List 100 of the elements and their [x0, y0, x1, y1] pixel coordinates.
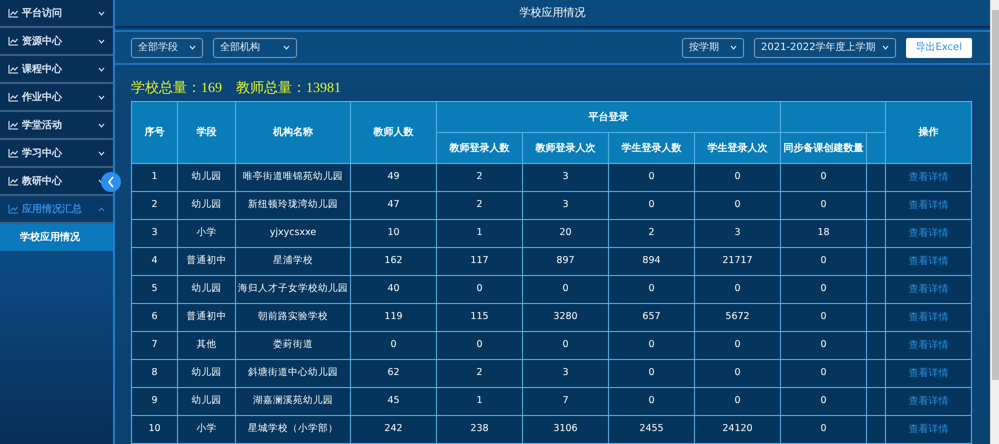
sidebar-item[interactable]: 学堂活动 [0, 112, 113, 140]
table-cell: 3280 [522, 304, 608, 332]
dropdown[interactable]: 2021-2022学年度上学期 [754, 38, 896, 58]
table-cell: 0 [780, 192, 866, 220]
column-header: 学段 [178, 102, 236, 164]
table-cell: 4 [132, 248, 178, 276]
summary-stat: 学校总量：169 [131, 80, 222, 98]
table-cell: 幼儿园 [178, 388, 236, 416]
table-cell: 117 [436, 248, 522, 276]
table-cell: 10 [350, 220, 436, 248]
sidebar-item[interactable]: 课程中心 [0, 56, 113, 84]
sidebar-item[interactable]: 平台访问 [0, 0, 113, 28]
table-cell: 1 [436, 220, 522, 248]
table-cell: 0 [436, 276, 522, 304]
table-cell: 幼儿园 [178, 192, 236, 220]
view-details-link[interactable]: 查看详情 [908, 228, 948, 239]
table-cell: 0 [780, 360, 866, 388]
view-details-link[interactable]: 查看详情 [908, 284, 948, 295]
view-details-link[interactable]: 查看详情 [908, 256, 948, 267]
table-cell: 新纽顿玲珑湾幼儿园 [236, 192, 350, 220]
table-cell: 幼儿园 [178, 276, 236, 304]
table-cell: 45 [350, 388, 436, 416]
table-cell: 7 [132, 332, 178, 360]
table-cell: 897 [522, 248, 608, 276]
table-cell: 2455 [608, 416, 694, 444]
table-cell: 0 [522, 332, 608, 360]
table-cell: 894 [608, 248, 694, 276]
table-cell: 0 [608, 332, 694, 360]
view-details-link[interactable]: 查看详情 [908, 368, 948, 379]
dropdown[interactable]: 按学期 [682, 38, 744, 58]
table-cell: 3 [522, 164, 608, 192]
table-cell: 0 [780, 332, 866, 360]
column-header: 学生登录人数 [608, 132, 694, 164]
table-cell: 1 [436, 388, 522, 416]
table-cell: 0 [694, 192, 780, 220]
column-header: 教师登录人次 [522, 132, 608, 164]
table-cell: 0 [780, 164, 866, 192]
sidebar-item[interactable]: 学习中心 [0, 140, 113, 168]
table-cell: yjxycsxxe [236, 220, 350, 248]
table-cell: 0 [780, 388, 866, 416]
table-cell: 18 [780, 220, 866, 248]
column-header: 序号 [132, 102, 178, 164]
sidebar-subitem[interactable]: 学校应用情况 [0, 224, 113, 251]
table-cell: 115 [436, 304, 522, 332]
view-details-link[interactable]: 查看详情 [908, 200, 948, 211]
table-cell: 5672 [694, 304, 780, 332]
dropdown[interactable]: 全部机构 [213, 38, 297, 58]
table-cell: 2 [436, 360, 522, 388]
table-cell: 24120 [694, 416, 780, 444]
table-cell: 3 [132, 220, 178, 248]
table-cell: 3 [522, 360, 608, 388]
table-cell: 6 [132, 304, 178, 332]
table-cell: 20 [522, 220, 608, 248]
table-cell: 0 [694, 332, 780, 360]
table-cell: 普通初中 [178, 304, 236, 332]
column-header: 操作 [886, 102, 972, 164]
dropdown[interactable]: 全部学段 [131, 38, 203, 58]
table-cell: 3106 [522, 416, 608, 444]
summary-stat: 教师总量：13981 [236, 80, 341, 98]
table-cell: 星城学校（小学部） [236, 416, 350, 444]
table-cell: 238 [436, 416, 522, 444]
table-cell: 40 [350, 276, 436, 304]
table-cell: 10 [132, 416, 178, 444]
export-button[interactable]: 导出Excel [906, 38, 972, 58]
sidebar-item[interactable]: 资源中心 [0, 28, 113, 56]
table-cell: 2 [608, 220, 694, 248]
view-details-link[interactable]: 查看详情 [908, 424, 948, 435]
table-cell: 湖嘉澜溪苑幼儿园 [236, 388, 350, 416]
table-cell: 唯亭街道唯锦苑幼儿园 [236, 164, 350, 192]
table-cell: 朝前路实验学校 [236, 304, 350, 332]
table-cell: 0 [436, 332, 522, 360]
column-header: 教师人数 [350, 102, 436, 164]
view-details-link[interactable]: 查看详情 [908, 340, 948, 351]
view-details-link[interactable]: 查看详情 [908, 312, 948, 323]
table-cell: 0 [780, 248, 866, 276]
table-cell: 3 [694, 220, 780, 248]
table-cell: 0 [780, 416, 866, 444]
table-cell: 0 [780, 276, 866, 304]
view-details-link[interactable]: 查看详情 [908, 172, 948, 183]
table-cell: 119 [350, 304, 436, 332]
table-cell: 0 [608, 192, 694, 220]
table-cell: 幼儿园 [178, 164, 236, 192]
table-cell: 其他 [178, 332, 236, 360]
sidebar-item[interactable]: 作业中心 [0, 84, 113, 112]
view-details-link[interactable]: 查看详情 [908, 396, 948, 407]
table-cell: 2 [436, 164, 522, 192]
table-cell: 49 [350, 164, 436, 192]
table-cell: 0 [608, 360, 694, 388]
sidebar-item[interactable]: 教研中心 [0, 168, 113, 196]
table-cell: 0 [780, 304, 866, 332]
sidebar-item[interactable]: 应用情况汇总 [0, 196, 113, 224]
page-title: 学校应用情况 [520, 4, 586, 21]
table-cell: 娄葑街道 [236, 332, 350, 360]
table-cell: 5 [132, 276, 178, 304]
column-header: 机构名称 [236, 102, 350, 164]
table-cell: 普通初中 [178, 248, 236, 276]
table-cell: 0 [608, 276, 694, 304]
table-cell: 幼儿园 [178, 360, 236, 388]
table-cell: 小学 [178, 220, 236, 248]
table-cell: 0 [694, 276, 780, 304]
